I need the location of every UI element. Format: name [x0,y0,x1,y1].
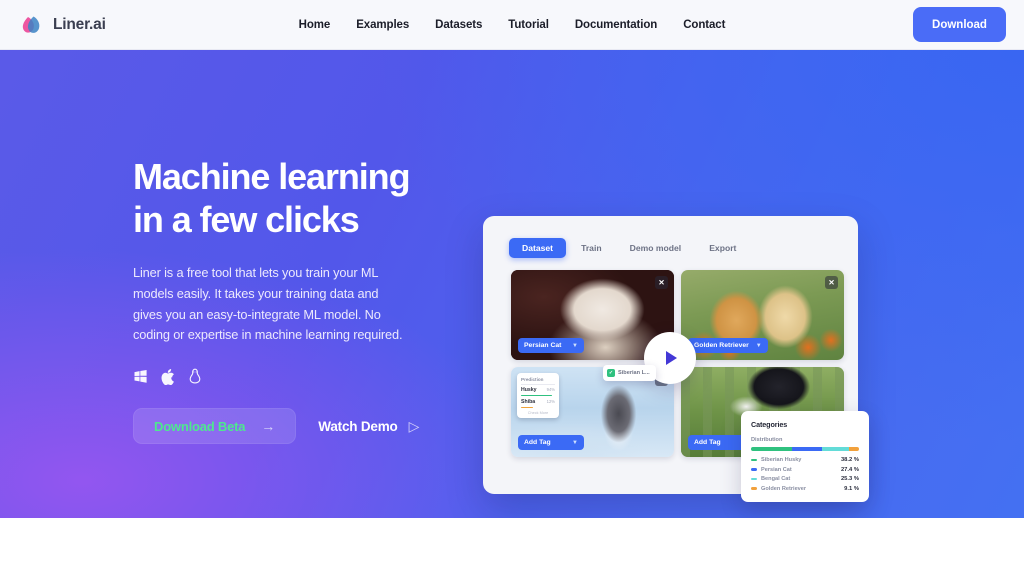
chevron-down-icon: ▼ [755,342,762,349]
nav-item-datasets[interactable]: Datasets [422,13,495,37]
legend-swatch [751,487,757,491]
nav-item-contact[interactable]: Contact [670,13,738,37]
prediction-row: Shiba 12% [521,399,555,405]
nav-item-home[interactable]: Home [286,13,344,37]
legend-label: Persian Cat [761,466,792,473]
stack-segment-siberian-husky [751,447,793,451]
play-triangle-icon: ▷ [408,418,420,435]
legend-value: 38.2 % [840,457,859,463]
hero-description: Liner is a free tool that lets you train… [133,265,403,343]
close-icon[interactable]: ✕ [655,276,668,289]
add-tag-dropdown[interactable]: Add Tag ▼ [518,435,584,450]
primary-nav: Home Examples Datasets Tutorial Document… [286,13,739,37]
arrow-right-icon: → [261,418,276,435]
brand-logo-link[interactable]: Liner.ai [18,12,106,38]
legend-swatch [751,477,757,481]
headline-line-2: in a few clicks [133,199,360,240]
prediction-class-name: Husky [521,387,537,393]
download-button[interactable]: Download [913,7,1006,42]
nav-item-documentation[interactable]: Documentation [562,13,670,37]
divider [521,384,555,385]
categories-title: Categories [751,420,788,429]
label-dropdown[interactable]: Persian Cat ▼ [518,338,584,353]
stack-segment-bengal-cat [821,447,850,451]
tag-check-icon: ✓ [607,369,615,377]
prediction-popover: Prediction Husky 94% Shiba 12% Check Mor… [517,373,559,419]
prediction-confidence: 94% [546,387,555,392]
windows-icon [133,369,148,384]
legend-value: 27.4 % [840,466,859,473]
legend-label: Bengal Cat [761,476,791,483]
distribution-stacked-bar [751,447,859,451]
tab-demo-model[interactable]: Demo model [617,238,695,258]
legend-value: 25.3 % [840,476,859,483]
hero-copy-block: Machine learning in a few clicks Liner i… [133,155,463,445]
prediction-row: Husky 94% [521,387,555,393]
legend-row: Persian Cat 27.4 % [751,467,859,473]
prediction-bar [521,406,533,409]
add-tag-label: Add Tag [524,439,551,446]
top-navigation-bar: Liner.ai Home Examples Datasets Tutorial… [0,0,1024,50]
dataset-card[interactable]: ✕ Golden Retriever ▼ [681,270,844,360]
legend-swatch [751,458,757,462]
legend-swatch [751,468,757,471]
legend-value: 9.1 % [844,485,859,492]
legend-label: Golden Retriever [761,485,807,492]
chevron-down-icon: ▼ [572,342,578,349]
close-icon[interactable]: ✕ [825,276,838,289]
distribution-legend: Siberian Husky 38.2 % Persian Cat 27.4 %… [751,457,859,492]
play-icon [666,351,677,365]
prediction-title: Prediction [521,377,544,382]
headline-line-1: Machine learning [133,156,411,197]
add-tag-label: Add Tag [694,439,721,446]
prediction-confidence: 12% [546,399,555,405]
stack-segment-persian-cat [792,447,822,451]
hero-section: Machine learning in a few clicks Liner i… [0,50,1024,518]
chevron-down-icon: ▼ [572,439,578,446]
apple-icon [161,368,175,385]
hero-cta-row: Download Beta → Watch Demo ▷ [133,408,463,445]
page-title: Machine learning in a few clicks [133,155,463,241]
prediction-class-name: Shiba [521,399,536,406]
tab-train[interactable]: Train [568,238,615,258]
toast-text: Siberian L... [618,370,650,376]
label-dropdown-value: Persian Cat [524,342,562,349]
prediction-bar [521,394,553,397]
linux-icon [188,368,202,385]
brand-name: Liner.ai [53,15,106,33]
legend-row: Siberian Husky 38.2 % [751,457,859,463]
download-beta-label: Download Beta [154,418,246,434]
tab-export[interactable]: Export [696,238,749,258]
nav-item-examples[interactable]: Examples [343,13,422,37]
legend-row: Bengal Cat 25.3 % [751,476,859,482]
mockup-tab-bar: Dataset Train Demo model Export [483,216,858,258]
stack-segment-golden-retriever [849,447,859,451]
label-suggestion-toast[interactable]: ✓ Siberian L... [603,365,656,381]
droplet-logo-icon [18,12,44,38]
label-dropdown-value: Golden Retriever [694,342,749,349]
legend-row: Golden Retriever 9.1 % [751,486,859,492]
prediction-more-link[interactable]: Check More [521,411,555,415]
download-beta-button[interactable]: Download Beta → [133,408,297,445]
tab-dataset[interactable]: Dataset [509,238,567,258]
watch-demo-label: Watch Demo [318,418,398,434]
distribution-label: Distribution [751,437,783,443]
label-dropdown[interactable]: Golden Retriever ▼ [688,338,768,353]
legend-label: Siberian Husky [761,457,802,463]
categories-distribution-panel: Categories Distribution Siberian Husky 3… [741,411,869,502]
nav-item-tutorial[interactable]: Tutorial [495,13,562,37]
watch-demo-link[interactable]: Watch Demo ▷ [318,419,419,434]
supported-platforms [133,368,463,385]
